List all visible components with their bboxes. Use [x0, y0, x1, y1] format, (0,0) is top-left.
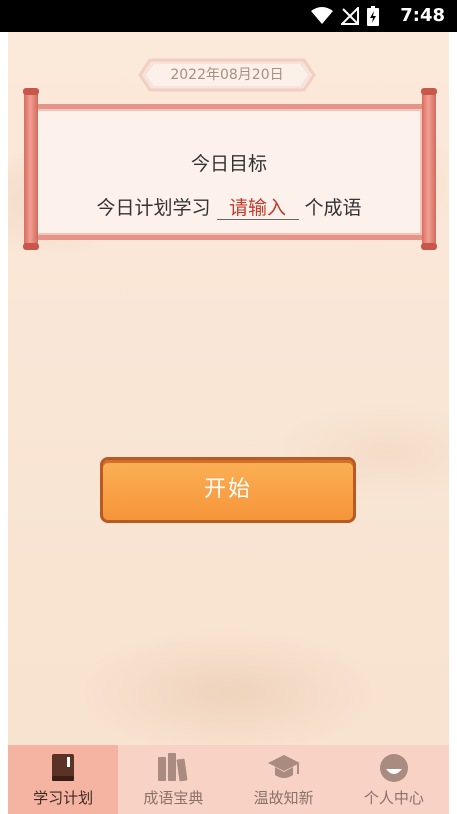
learning-plan-screen: 2022年08月20日 今日目标 今日计划学习 个成语 开始 学习计划 [8, 32, 449, 814]
start-button[interactable]: 开始 [100, 457, 356, 523]
tab-label: 成语宝典 [143, 789, 204, 807]
goal-prefix: 今日计划学习 [96, 197, 211, 219]
bottom-tab-bar: 学习计划 成语宝典 温故知新 个人中心 [8, 745, 449, 814]
tab-label: 个人中心 [363, 789, 424, 807]
scroll-roller-right [421, 88, 437, 250]
date-badge: 2022年08月20日 [138, 58, 316, 92]
book-icon [52, 754, 75, 781]
goal-suffix: 个成语 [304, 197, 362, 219]
date-text: 2022年08月20日 [170, 67, 284, 83]
goal-count-input[interactable] [216, 197, 299, 220]
tab-review[interactable]: 温故知新 [229, 745, 339, 814]
user-icon [379, 754, 408, 782]
goal-title: 今日目标 [190, 153, 267, 175]
tab-profile[interactable]: 个人中心 [339, 745, 449, 814]
goal-panel: 今日目标 今日计划学习 个成语 [36, 104, 422, 240]
goal-scroll: 今日目标 今日计划学习 个成语 [22, 88, 437, 250]
status-time: 7:48 [400, 5, 445, 26]
goal-line: 今日计划学习 个成语 [36, 193, 422, 220]
tab-study-plan[interactable]: 学习计划 [8, 745, 119, 814]
tab-label: 学习计划 [33, 789, 94, 807]
graduation-cap-icon [267, 755, 300, 778]
status-icons [311, 6, 379, 26]
battery-charging-icon [367, 6, 379, 26]
books-icon [158, 753, 188, 782]
tab-idiom-dictionary[interactable]: 成语宝典 [118, 745, 228, 814]
scroll-roller-left [23, 88, 39, 250]
status-bar: 7:48 [0, 0, 457, 32]
wifi-icon [311, 7, 333, 24]
tab-label: 温故知新 [253, 789, 314, 807]
no-signal-icon [341, 7, 359, 25]
